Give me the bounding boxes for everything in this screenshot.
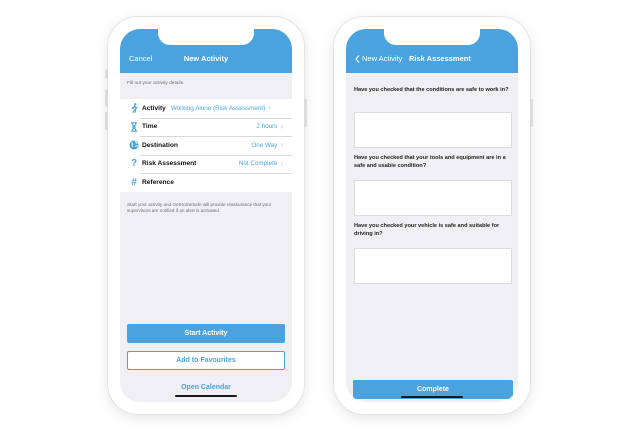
phone-risk-assessment: New Activity Risk Assessment Have you ch…	[334, 17, 533, 414]
chevron-right-icon: ›	[268, 103, 271, 113]
question-vehicle: Have you checked your vehicle is safe an…	[354, 223, 500, 237]
mute-switch	[105, 69, 108, 79]
home-indicator[interactable]	[401, 395, 463, 398]
risk-assessment-screen: New Activity Risk Assessment Have you ch…	[346, 29, 518, 402]
info-text: Start your activity and GetHomeSafe will…	[127, 202, 272, 214]
volume-up-button	[105, 89, 108, 107]
open-calendar-link[interactable]: Open Calendar	[127, 380, 285, 394]
question-conditions: Have you checked that the conditions are…	[354, 87, 509, 93]
destination-row[interactable]: Destination One Way ›	[120, 136, 292, 155]
risk-assessment-label: Risk Assessment	[142, 160, 197, 168]
phone-notch	[158, 29, 254, 45]
question-tools: Have you checked that your tools and equ…	[354, 155, 506, 169]
back-button[interactable]: New Activity	[355, 54, 402, 63]
answer-tools-field[interactable]	[354, 180, 512, 216]
add-to-favourites-button[interactable]: Add to Favourites	[127, 351, 285, 370]
walking-person-icon	[128, 103, 140, 114]
hourglass-icon	[128, 122, 140, 132]
destination-value: One Way	[251, 141, 278, 149]
power-button	[304, 99, 307, 127]
destination-label: Destination	[142, 141, 178, 149]
phone-notch	[384, 29, 480, 45]
home-indicator[interactable]	[175, 394, 237, 397]
start-activity-button[interactable]: Start Activity	[127, 324, 285, 343]
page-title: Risk Assessment	[409, 54, 471, 63]
page-title: New Activity	[183, 54, 229, 63]
risk-assessment-value: Not Complete	[238, 160, 278, 168]
time-row[interactable]: Time 2 hours ›	[120, 117, 292, 137]
volume-down-button	[105, 112, 108, 130]
phone-new-activity: Cancel New Activity Fill out your activi…	[105, 17, 307, 414]
new-activity-screen: Cancel New Activity Fill out your activi…	[120, 29, 292, 402]
risk-assessment-row[interactable]: ? Risk Assessment Not Complete ›	[120, 154, 292, 174]
hashtag-icon: #	[131, 176, 137, 188]
answer-conditions-field[interactable]	[354, 112, 512, 148]
question-mark-icon: ?	[130, 158, 138, 170]
chevron-right-icon: ›	[280, 121, 283, 131]
instructions-text: Fill out your activity details.	[127, 81, 185, 86]
reference-label: Reference	[142, 178, 174, 186]
back-label: New Activity	[362, 54, 403, 63]
answer-vehicle-field[interactable]	[354, 248, 512, 284]
activity-row[interactable]: Activity Working Alone (Risk Assessment)…	[120, 99, 292, 118]
power-button	[530, 99, 533, 127]
chevron-right-icon: ›	[280, 140, 283, 150]
time-label: Time	[142, 123, 158, 131]
time-value: 2 hours	[256, 123, 278, 131]
activity-value: Working Alone (Risk Assessment)	[170, 104, 266, 112]
chevron-left-icon	[355, 54, 360, 63]
activity-label: Activity	[142, 104, 166, 112]
globe-icon	[128, 140, 140, 150]
chevron-right-icon: ›	[280, 158, 283, 168]
activity-details-list: Activity Working Alone (Risk Assessment)…	[120, 99, 292, 192]
reference-row[interactable]: # Reference	[120, 173, 292, 192]
